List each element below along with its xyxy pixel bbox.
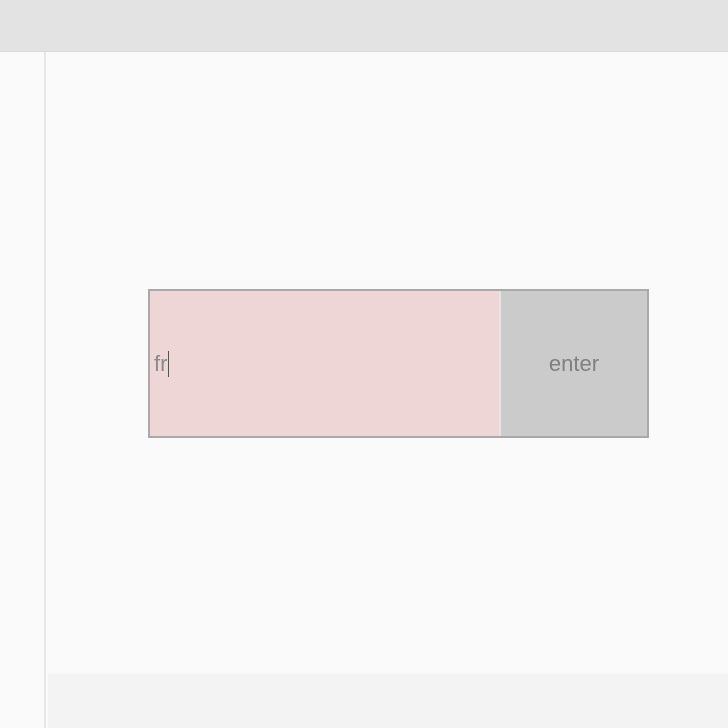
- entry-form: fr enter: [148, 289, 649, 438]
- bottom-bar: [48, 674, 728, 728]
- text-cursor: [168, 350, 170, 377]
- left-sidebar: [0, 52, 46, 728]
- text-input-value: fr: [154, 350, 168, 376]
- text-input[interactable]: fr: [150, 291, 499, 436]
- top-bar: [0, 0, 728, 52]
- enter-button[interactable]: enter: [499, 291, 647, 436]
